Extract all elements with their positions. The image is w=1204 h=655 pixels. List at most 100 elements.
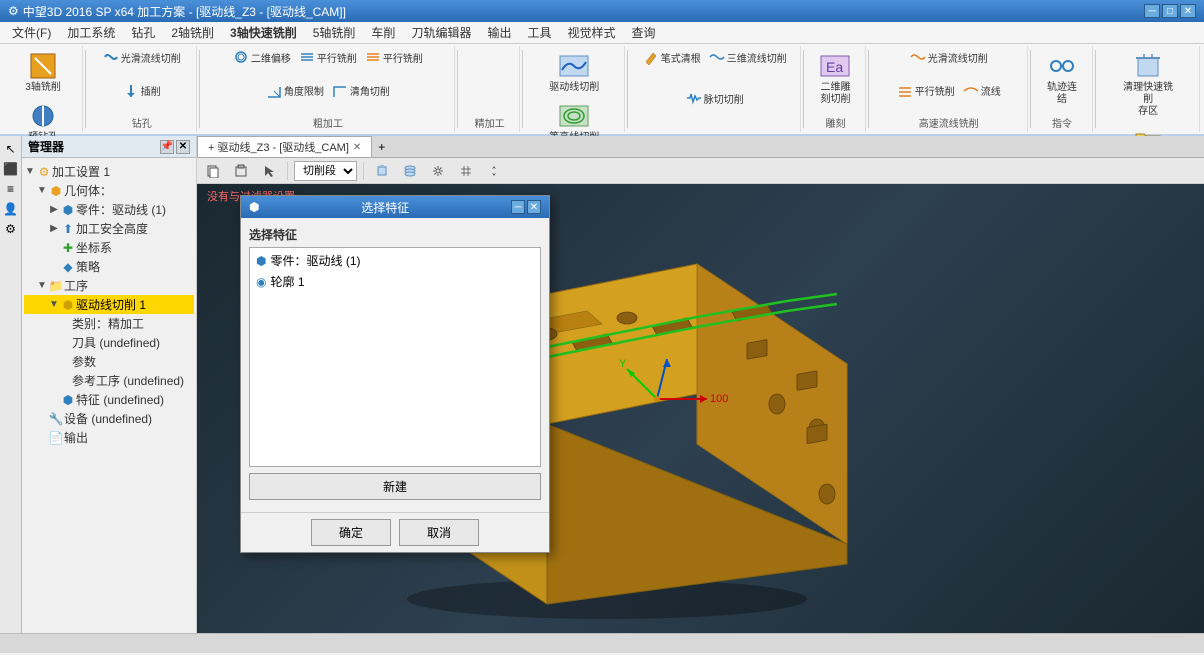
dialog-new-button[interactable]: 新建 — [249, 473, 541, 500]
hs-parallel-label: 平行铣削 — [915, 83, 955, 98]
tree-expand-1[interactable]: ▼ — [36, 185, 48, 197]
ribbon-btn-3d-flow[interactable]: 三维流线切削 — [706, 48, 790, 66]
menu-drilling[interactable]: 钻孔 — [123, 22, 163, 43]
ribbon-btn-angle-limit[interactable]: 角度限制 — [263, 82, 327, 100]
window-controls[interactable]: ─ □ ✕ — [1144, 4, 1196, 18]
ribbon-group-engrave-label: 雕刻 — [825, 115, 845, 130]
ribbon-btn-pulse[interactable]: 脉切切削 — [683, 89, 747, 107]
tree-icon-2: ⬢ — [60, 202, 76, 218]
vp-btn-paste[interactable] — [229, 162, 253, 180]
ribbon-btn-drive-curve[interactable]: 驱动线切削 — [545, 48, 603, 96]
tree-item-geometry[interactable]: ▼ ⬢ 几何体： — [24, 181, 194, 200]
ribbon-btn-2d-offset[interactable]: 二维偏移 — [230, 48, 294, 66]
tree-item-tool[interactable]: 刀具 (undefined) — [24, 333, 194, 352]
tree-expand-2[interactable]: ▶ — [48, 204, 60, 216]
side-icon-cube[interactable]: ⬛ — [2, 160, 20, 178]
vp-cut-mode-select[interactable]: 切削段 — [294, 161, 357, 181]
sidebar-title: 管理器 📌 ✕ — [22, 136, 196, 158]
ribbon-btn-parallel-2[interactable]: 平行铣削 — [362, 48, 426, 66]
tree-label-6: 工序 — [64, 277, 88, 294]
tree-expand-3[interactable]: ▶ — [48, 223, 60, 235]
ribbon-btn-hs-flow[interactable]: 流线 — [960, 82, 1004, 100]
sep6 — [803, 50, 804, 128]
dialog-title-icon: ⬢ — [249, 200, 259, 214]
ribbon-btn-parallel-1[interactable]: 平行铣削 — [296, 48, 360, 66]
side-icon-layers[interactable]: ≡ — [2, 180, 20, 198]
menu-5axis[interactable]: 5轴铣削 — [305, 22, 364, 43]
vp-btn-grid[interactable] — [454, 162, 478, 180]
tree-item-params[interactable]: 参数 — [24, 352, 194, 371]
menu-turning[interactable]: 车削 — [363, 22, 403, 43]
menu-3axis-fast[interactable]: 3轴快速铣削 — [222, 22, 305, 43]
ribbon-btn-clean-store[interactable]: 清理快速铣削存区 — [1118, 48, 1178, 120]
tree-item-strategy[interactable]: ◆ 策略 — [24, 257, 194, 276]
menu-toolpath-editor[interactable]: 刀轨编辑器 — [403, 22, 479, 43]
vp-btn-3d-view[interactable] — [370, 162, 394, 180]
dialog-body: 选择特征 ⬢ 零件：驱动线 (1) ◉ 轮廓 1 新建 — [241, 218, 549, 512]
ribbon-btn-corner-clean[interactable]: 清角切削 — [329, 82, 393, 100]
vp-btn-layers[interactable] — [398, 162, 422, 180]
side-icon-settings[interactable]: ⚙ — [2, 220, 20, 238]
vp-btn-arrows[interactable] — [482, 162, 506, 180]
ribbon-btn-hs-smooth[interactable]: 光滑流线切削 — [907, 48, 991, 66]
vp-btn-select-cursor[interactable] — [257, 162, 281, 180]
plunge-icon — [123, 83, 139, 99]
side-icon-bar: ↖ ⬛ ≡ 👤 ⚙ — [0, 136, 22, 633]
minimize-button[interactable]: ─ — [1144, 4, 1160, 18]
tree-item-ref-process[interactable]: 参考工序 (undefined) — [24, 371, 194, 390]
tree-item-part[interactable]: ▶ ⬢ 零件：驱动线 (1) — [24, 200, 194, 219]
maximize-button[interactable]: □ — [1162, 4, 1178, 18]
dialog-list-item-0[interactable]: ⬢ 零件：驱动线 (1) — [252, 250, 538, 271]
tree-expand-0[interactable]: ▼ — [24, 166, 36, 178]
select-feature-dialog[interactable]: ⬢ 选择特征 ─ ✕ 选择特征 ⬢ 零件：驱动线 (1) ◉ 轮廓 1 新建 — [240, 195, 550, 553]
side-icon-pointer[interactable]: ↖ — [2, 140, 20, 158]
sidebar-close-button[interactable]: ✕ — [176, 140, 190, 154]
tree-item-category[interactable]: 类别：精加工 — [24, 314, 194, 333]
viewport-tab-main[interactable]: + 驱动线_Z3 - [驱动线_CAM] ✕ — [197, 136, 372, 157]
close-button[interactable]: ✕ — [1180, 4, 1196, 18]
ribbon-btn-plunge[interactable]: 插削 — [120, 82, 164, 100]
menu-machining-system[interactable]: 加工系统 — [59, 22, 123, 43]
tree-expand-7[interactable]: ▼ — [48, 299, 60, 311]
ribbon-btn-2d-engrave[interactable]: Ea 二维雕刻切削 — [812, 48, 859, 108]
ribbon-btn-smooth-flow[interactable]: 光滑流线切削 — [100, 48, 184, 66]
dialog-close-button[interactable]: ✕ — [527, 200, 541, 214]
ribbon-btn-path-connect[interactable]: 轨迹连结 — [1039, 48, 1086, 108]
vp-btn-copy[interactable] — [201, 162, 225, 180]
pencil-clean-label: 笔式清根 — [661, 50, 701, 65]
menu-file[interactable]: 文件(F) — [4, 22, 59, 43]
tree-item-safe-height[interactable]: ▶ ⬆ 加工安全高度 — [24, 219, 194, 238]
menu-view-style[interactable]: 视觉样式 — [559, 22, 623, 43]
tree-item-feature[interactable]: ⬢ 特征 (undefined) — [24, 390, 194, 409]
tree-expand-6[interactable]: ▼ — [36, 280, 48, 292]
tree-item-drive-cut[interactable]: ▼ ⬢ 驱动线切削 1 — [24, 295, 194, 314]
dialog-ok-button[interactable]: 确定 — [311, 519, 391, 546]
tree-item-coord[interactable]: ✚ 坐标系 — [24, 238, 194, 257]
title-text: 中望3D 2016 SP x64 加工方案 - [驱动线_Z3 - [驱动线_C… — [23, 3, 346, 20]
dialog-cancel-button[interactable]: 取消 — [399, 519, 479, 546]
menu-query[interactable]: 查询 — [624, 22, 664, 43]
plunge-label: 插削 — [141, 83, 161, 98]
tree-item-process[interactable]: ▼ 📁 工序 — [24, 276, 194, 295]
side-icon-user[interactable]: 👤 — [2, 200, 20, 218]
ribbon-btn-hs-parallel[interactable]: 平行铣削 — [894, 82, 958, 100]
tree-item-machining-setup[interactable]: ▼ ⚙ 加工设置 1 — [24, 162, 194, 181]
dialog-list-item-1[interactable]: ◉ 轮廓 1 — [252, 271, 538, 292]
tree-item-output[interactable]: 📄 输出 — [24, 428, 194, 447]
viewport-tab-add[interactable]: + — [372, 138, 391, 156]
tree-item-device[interactable]: 🔧 设备 (undefined) — [24, 409, 194, 428]
menu-2axis[interactable]: 2轴铣削 — [163, 22, 222, 43]
dialog-feature-list[interactable]: ⬢ 零件：驱动线 (1) ◉ 轮廓 1 — [249, 247, 541, 467]
2d-engrave-icon: Ea — [819, 50, 851, 82]
ribbon-btn-pencil-clean[interactable]: 笔式清根 — [640, 48, 704, 66]
sidebar-pin-button[interactable]: 📌 — [160, 140, 174, 154]
menu-output[interactable]: 输出 — [479, 22, 519, 43]
ribbon-group-command: 轨迹连结 指令 — [1033, 46, 1093, 132]
viewport-tab-close[interactable]: ✕ — [353, 142, 361, 153]
menu-tools[interactable]: 工具 — [519, 22, 559, 43]
angle-limit-icon — [266, 83, 282, 99]
dialog-minimize-button[interactable]: ─ — [511, 200, 525, 214]
vp-btn-settings[interactable] — [426, 162, 450, 180]
sidebar-title-text: 管理器 — [28, 138, 64, 155]
ribbon-btn-3axis-milling[interactable]: 3轴铣削 — [21, 48, 65, 96]
